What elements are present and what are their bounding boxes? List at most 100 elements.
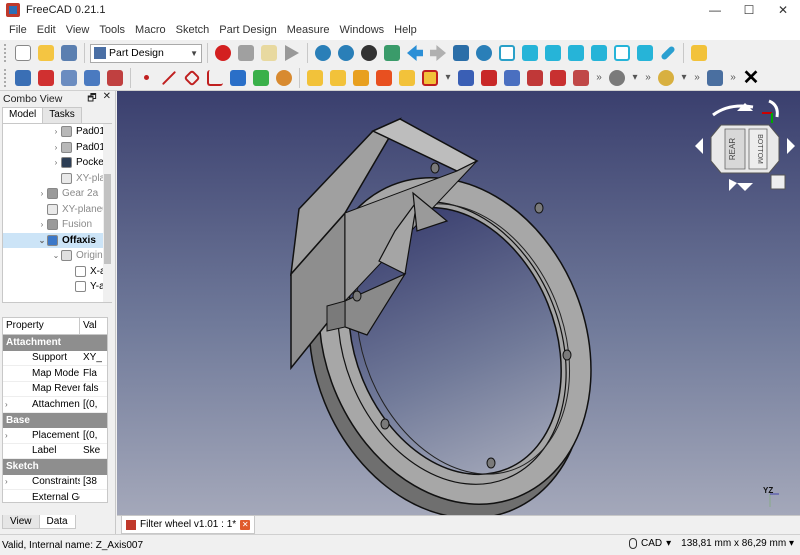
- tree-expander-icon[interactable]: ›: [51, 158, 61, 167]
- property-expander-icon[interactable]: ›: [5, 400, 16, 409]
- tree-item[interactable]: › Pad014: [3, 140, 111, 156]
- menu-tools[interactable]: Tools: [94, 24, 130, 36]
- property-group-header[interactable]: Sketch: [3, 459, 107, 475]
- property-row[interactable]: › Constraints [38: [3, 475, 107, 490]
- chevron-down-icon[interactable]: ▾: [679, 72, 689, 83]
- menu-help[interactable]: Help: [389, 24, 422, 36]
- rear-view-icon[interactable]: [589, 43, 609, 63]
- more-icon[interactable]: »: [594, 72, 604, 83]
- property-value[interactable]: Ske: [80, 445, 100, 456]
- close-panel-icon[interactable]: ✕: [103, 91, 111, 108]
- draw-style-icon[interactable]: [359, 43, 379, 63]
- create-body-icon[interactable]: [13, 68, 33, 88]
- tree-item[interactable]: XY-plane00: [3, 202, 111, 218]
- property-expander-icon[interactable]: ›: [5, 431, 16, 440]
- nav-forward-icon[interactable]: [428, 43, 448, 63]
- nav-arrow-left[interactable]: [695, 138, 703, 154]
- tree-item[interactable]: › Pad013: [3, 124, 111, 140]
- property-value[interactable]: [(0,: [80, 399, 97, 410]
- stop-macro-icon[interactable]: [236, 43, 256, 63]
- tree-item[interactable]: XY-plane00: [3, 171, 111, 187]
- tab-model[interactable]: Model: [2, 107, 44, 123]
- tree-item[interactable]: X-ax: [3, 264, 111, 280]
- sketch-check-icon[interactable]: [105, 68, 125, 88]
- tree-item[interactable]: Y-ax: [3, 279, 111, 295]
- chevron-down-icon[interactable]: ▾: [443, 72, 453, 83]
- tab-view[interactable]: View: [2, 515, 40, 529]
- more-icon[interactable]: »: [728, 72, 738, 83]
- open-document-icon[interactable]: [36, 43, 56, 63]
- tree-vertical-scrollbar[interactable]: [103, 124, 112, 302]
- top-view-icon[interactable]: [543, 43, 563, 63]
- menu-edit[interactable]: Edit: [32, 24, 61, 36]
- pad-icon[interactable]: [305, 68, 325, 88]
- pipe-icon[interactable]: [374, 68, 394, 88]
- menu-part-design[interactable]: Part Design: [214, 24, 281, 36]
- menu-sketch[interactable]: Sketch: [171, 24, 215, 36]
- property-row[interactable]: Label Ske: [3, 444, 107, 459]
- property-row[interactable]: External Ge: [3, 490, 107, 502]
- menu-windows[interactable]: Windows: [335, 24, 390, 36]
- tree-expander-icon[interactable]: ›: [51, 143, 61, 152]
- property-value[interactable]: [38: [80, 476, 97, 487]
- undock-icon[interactable]: 🗗: [87, 91, 96, 108]
- loft-icon[interactable]: [351, 68, 371, 88]
- tab-data[interactable]: Data: [38, 515, 76, 529]
- subtractive-loft-icon[interactable]: [525, 68, 545, 88]
- menu-view[interactable]: View: [61, 24, 95, 36]
- more-icon[interactable]: »: [692, 72, 702, 83]
- tree-expander-icon[interactable]: ›: [37, 220, 47, 229]
- edit-macro-icon[interactable]: [259, 43, 279, 63]
- subtractive-helix-icon[interactable]: [571, 68, 591, 88]
- datum-line-icon[interactable]: [159, 68, 179, 88]
- additive-primitive-icon[interactable]: [420, 68, 440, 88]
- fit-all-icon[interactable]: [313, 43, 333, 63]
- sync-view-icon[interactable]: [451, 43, 471, 63]
- property-value[interactable]: Fla: [80, 368, 97, 379]
- tree-item[interactable]: › Gear 2a: [3, 186, 111, 202]
- inspect-icon[interactable]: [607, 68, 627, 88]
- nav-arrow-right[interactable]: [787, 138, 795, 154]
- navigation-style-selector[interactable]: CAD ▾: [628, 538, 671, 549]
- minimize-button[interactable]: —: [698, 0, 732, 20]
- property-row[interactable]: › Attachment...[(0,: [3, 397, 107, 413]
- isometric-view-icon[interactable]: [497, 43, 517, 63]
- tree-item[interactable]: › Fusion: [3, 217, 111, 233]
- 3d-model-render[interactable]: REAR BOTTOM YZ: [117, 91, 800, 515]
- measure-icon[interactable]: [658, 43, 678, 63]
- new-document-icon[interactable]: [13, 43, 33, 63]
- tree-item[interactable]: ⌄ Offaxis: [3, 232, 111, 248]
- property-row[interactable]: Map Reversedfals: [3, 382, 107, 397]
- attach-sketch-icon[interactable]: [59, 68, 79, 88]
- chevron-down-icon[interactable]: ▾: [630, 72, 640, 83]
- datum-point-icon[interactable]: [136, 68, 156, 88]
- shape-binder-icon[interactable]: [228, 68, 248, 88]
- dimension-readout[interactable]: 138,81 mm x 86,29 mm ▾: [681, 538, 794, 549]
- model-tree[interactable]: ›Pad013›Pad014›PocketCXY-plane00›Gear 2a…: [2, 123, 112, 303]
- view-menu-cube-icon[interactable]: [770, 174, 786, 190]
- clone-icon[interactable]: [274, 68, 294, 88]
- nav-arrow-bottom[interactable]: [729, 179, 737, 191]
- helix-icon[interactable]: [397, 68, 417, 88]
- maximize-button[interactable]: ☐: [732, 0, 766, 20]
- validate-sketch-icon[interactable]: [82, 68, 102, 88]
- close-task-icon[interactable]: ✕: [741, 67, 761, 89]
- subshape-binder-icon[interactable]: [251, 68, 271, 88]
- tree-item[interactable]: ⌄ Origin0: [3, 248, 111, 264]
- local-coordinate-icon[interactable]: [205, 68, 225, 88]
- navigation-cube[interactable]: REAR BOTTOM: [695, 99, 795, 191]
- bottom-view-icon[interactable]: [612, 43, 632, 63]
- close-tab-icon[interactable]: ✕: [240, 519, 251, 530]
- whats-this-icon[interactable]: [705, 68, 725, 88]
- document-tab[interactable]: Filter wheel v1.01 : 1* ✕: [121, 516, 256, 534]
- nav-back-icon[interactable]: [405, 43, 425, 63]
- property-group-header[interactable]: Attachment: [3, 335, 107, 351]
- 3d-viewport[interactable]: REAR BOTTOM YZ: [117, 91, 800, 515]
- left-view-icon[interactable]: [635, 43, 655, 63]
- property-row[interactable]: Support XY_: [3, 351, 107, 366]
- undo-icon[interactable]: [656, 68, 676, 88]
- property-row[interactable]: Map Mode Fla: [3, 366, 107, 382]
- zoom-icon[interactable]: [474, 43, 494, 63]
- property-expander-icon[interactable]: ›: [5, 477, 16, 486]
- fit-selection-icon[interactable]: [336, 43, 356, 63]
